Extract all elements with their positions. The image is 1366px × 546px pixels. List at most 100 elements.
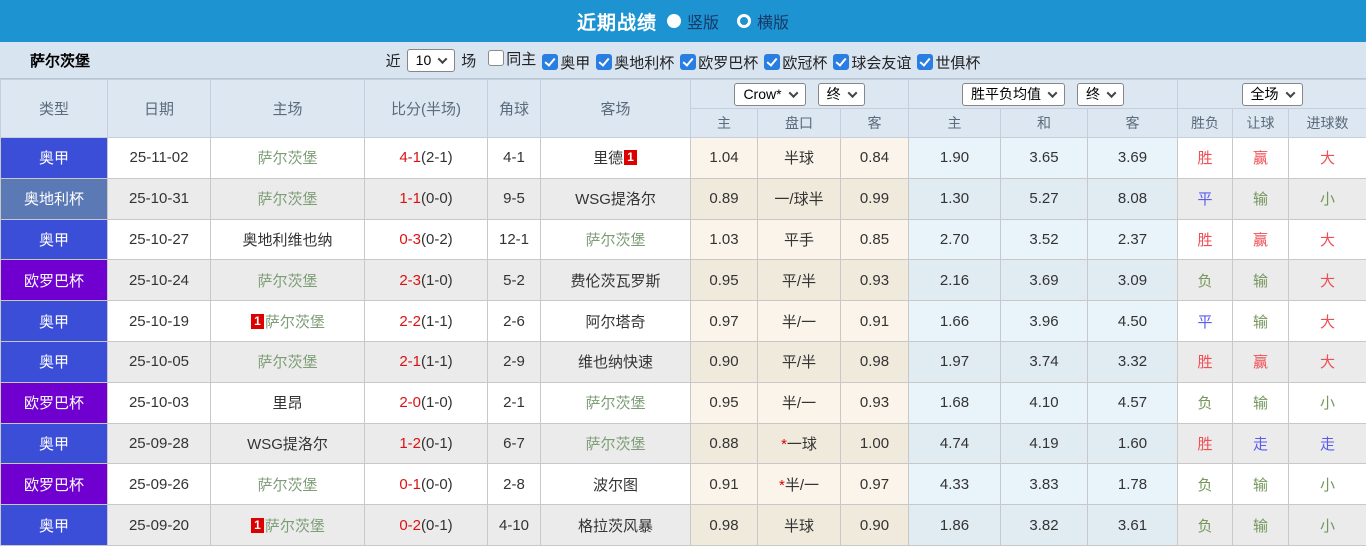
avg-home-cell: 1.30 bbox=[908, 177, 1002, 220]
team-label: 里德 bbox=[593, 150, 624, 168]
corners-cell: 6-7 bbox=[487, 422, 541, 465]
table-row: 欧罗巴杯 25-09-26 萨尔茨堡 0-1(0-0) 2-8 波尔图 0.91 *半/一 0.… bbox=[0, 463, 1366, 506]
team-label: 萨尔茨堡 bbox=[257, 476, 318, 494]
avg-draw-cell: 4.19 bbox=[1000, 422, 1089, 465]
radio-label: 竖版 bbox=[686, 15, 719, 32]
date-cell: 25-09-26 bbox=[107, 463, 211, 506]
subcol-avg-draw: 和 bbox=[1000, 108, 1089, 138]
avg-home-cell: 4.33 bbox=[908, 463, 1002, 506]
table-row: 奥甲 25-10-27 奥地利维也纳 0-3(0-2) 12-1 萨尔茨堡 1.03 平手 0.… bbox=[0, 218, 1366, 261]
handicap-cell: 半/一 bbox=[757, 300, 841, 342]
handicap-cell: 半球 bbox=[757, 504, 841, 546]
crow-home-odds-cell: 0.88 bbox=[690, 422, 758, 465]
score-cell: 0-2(0-1) bbox=[364, 504, 488, 546]
checkbox-checked-icon[interactable] bbox=[833, 54, 850, 70]
checkbox-checked-icon[interactable] bbox=[596, 54, 613, 70]
match-type-cell: 奥甲 bbox=[0, 218, 108, 261]
date-cell: 25-10-05 bbox=[107, 340, 211, 383]
full-score: 1-1 bbox=[399, 190, 421, 208]
date-cell: 25-09-28 bbox=[107, 422, 211, 465]
away-team-cell: 格拉茨风暴 bbox=[540, 504, 691, 546]
avg-draw-cell: 3.74 bbox=[1000, 340, 1089, 383]
table-row: 奥地利杯 25-10-31 萨尔茨堡 1-1(0-0) 9-5 WSG提洛尔 0.89 一/球… bbox=[0, 177, 1366, 220]
radio-selected-icon[interactable] bbox=[666, 14, 681, 28]
checkbox-checked-icon[interactable] bbox=[917, 54, 934, 70]
handicap-cell: 一/球半 bbox=[757, 177, 841, 220]
bookmaker-select[interactable]: Crow* bbox=[734, 82, 806, 106]
corners-cell: 4-10 bbox=[487, 504, 541, 546]
checkbox-checked-icon[interactable] bbox=[542, 54, 559, 70]
home-team-cell: 萨尔茨堡 bbox=[210, 259, 365, 302]
avg-away-cell: 3.32 bbox=[1087, 340, 1179, 383]
corners-cell: 2-9 bbox=[487, 340, 541, 383]
match-count-select[interactable]: 10 bbox=[406, 48, 456, 72]
crow-home-odds-cell: 0.97 bbox=[690, 300, 758, 342]
subcol-away-odds: 客 bbox=[839, 108, 910, 138]
layout-radio-option[interactable]: 横版 bbox=[737, 9, 789, 33]
avg-draw-cell: 3.83 bbox=[1000, 463, 1089, 506]
crow-home-odds-cell: 0.98 bbox=[690, 504, 758, 546]
date-cell: 25-10-27 bbox=[107, 218, 211, 261]
table-row: 欧罗巴杯 25-10-24 萨尔茨堡 2-3(1-0) 5-2 费伦茨瓦罗斯 0.95 平/半… bbox=[0, 259, 1366, 302]
wdl-result-cell: 负 bbox=[1177, 463, 1234, 506]
home-team-cell: 1 萨尔茨堡 bbox=[210, 504, 365, 546]
handicap-label: 半/一 bbox=[784, 476, 819, 494]
home-team-cell: 萨尔茨堡 bbox=[210, 463, 365, 506]
page-title: 近期战绩 bbox=[576, 12, 657, 34]
checkbox-checked-icon[interactable] bbox=[680, 54, 697, 70]
filterbar: 萨尔茨堡 近 10 场 同主 奥甲 奥地利杯 欧罗巴杯 欧冠杯 球会友谊 世俱杯 bbox=[0, 42, 1366, 79]
filter-checkbox-item: 奥地利杯 bbox=[596, 52, 674, 73]
team-label: 奥地利维也纳 bbox=[242, 231, 333, 249]
avg-draw-cell: 3.65 bbox=[1000, 137, 1089, 179]
checkbox-checked-icon[interactable] bbox=[764, 54, 781, 70]
radio-unselected-icon[interactable] bbox=[737, 14, 751, 28]
checkbox-label: 欧冠杯 bbox=[782, 54, 828, 72]
corners-cell: 4-1 bbox=[487, 137, 541, 179]
team-label: 萨尔茨堡 bbox=[257, 150, 318, 168]
date-cell: 25-10-24 bbox=[107, 259, 211, 302]
crow-away-odds-cell: 0.85 bbox=[839, 218, 910, 261]
away-team-cell: 波尔图 bbox=[540, 463, 691, 506]
col-header-home: 主场 bbox=[210, 79, 365, 138]
crow-away-odds-cell: 0.98 bbox=[839, 340, 910, 383]
scope-header: 全场 bbox=[1177, 79, 1366, 109]
goals-result-cell: 大 bbox=[1288, 218, 1366, 261]
avg-odds-select[interactable]: 胜平负均值 bbox=[962, 82, 1066, 106]
avg-away-cell: 1.60 bbox=[1087, 422, 1179, 465]
odds-time-select-2[interactable]: 终 bbox=[1077, 82, 1125, 106]
team-label: 萨尔茨堡 bbox=[257, 272, 318, 290]
table-row: 奥甲 25-09-20 1 萨尔茨堡 0-2(0-1) 4-10 格拉茨风暴 0.98 半球 0.… bbox=[0, 504, 1366, 546]
half-score: (1-0) bbox=[421, 394, 453, 412]
handicap-result-cell: 输 bbox=[1232, 463, 1290, 506]
wdl-result-cell: 胜 bbox=[1177, 137, 1234, 179]
half-score: (0-2) bbox=[421, 230, 453, 248]
half-score: (0-1) bbox=[421, 516, 453, 534]
scope-select[interactable]: 全场 bbox=[1241, 82, 1303, 106]
chevron-down-icon bbox=[1106, 87, 1117, 98]
filter-checkbox-item: 欧冠杯 bbox=[764, 52, 827, 73]
layout-radio-selected[interactable]: 竖版 bbox=[666, 9, 719, 33]
team-label: 费伦茨瓦罗斯 bbox=[570, 272, 661, 290]
checkbox-label: 球会友谊 bbox=[851, 54, 912, 72]
wdl-result-cell: 平 bbox=[1177, 300, 1234, 342]
half-score: (0-0) bbox=[421, 190, 453, 208]
checkbox-unchecked-icon[interactable] bbox=[488, 50, 505, 66]
avg-home-cell: 4.74 bbox=[908, 422, 1002, 465]
handicap-cell: *一球 bbox=[757, 422, 841, 465]
goals-result-cell: 大 bbox=[1288, 340, 1366, 383]
score-cell: 4-1(2-1) bbox=[364, 137, 488, 179]
home-team-cell: 萨尔茨堡 bbox=[210, 340, 365, 383]
avg-draw-cell: 5.27 bbox=[1000, 177, 1089, 220]
subcol-home-odds: 主 bbox=[690, 108, 758, 138]
corners-cell: 2-6 bbox=[487, 300, 541, 342]
handicap-result-cell: 输 bbox=[1232, 381, 1290, 424]
avg-home-cell: 1.86 bbox=[908, 504, 1002, 546]
checkbox-label: 世俱杯 bbox=[935, 54, 981, 72]
team-label: 萨尔茨堡 bbox=[264, 517, 325, 535]
goals-result-cell: 大 bbox=[1288, 300, 1366, 342]
avg-away-cell: 8.08 bbox=[1087, 177, 1179, 220]
odds-time-select-1[interactable]: 终 bbox=[817, 82, 865, 106]
results-table: 类型 日期 主场 比分(半场) 角球 客场 Crow* 终 胜平负均值 终 全场… bbox=[0, 79, 1366, 546]
handicap-cell: 平/半 bbox=[757, 340, 841, 383]
avg-draw-cell: 3.82 bbox=[1000, 504, 1089, 546]
